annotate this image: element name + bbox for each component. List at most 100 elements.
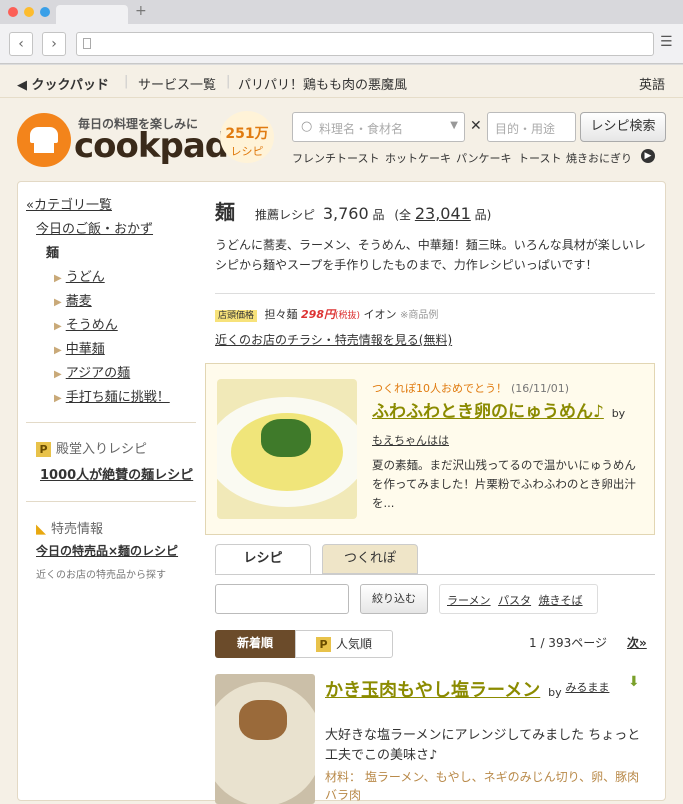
sidebar-item-asian[interactable]: ▶ アジアの麺	[54, 362, 130, 381]
filter-tag-link[interactable]: パスタ	[498, 594, 531, 607]
recipe-count: 推薦レシピ 3,760 品 (全 23,041 品)	[255, 204, 491, 223]
logo-wordmark[interactable]: cookpad	[74, 126, 229, 166]
recipe-thumbnail[interactable]	[215, 674, 315, 804]
featured-recipe-title[interactable]: ふわふわとき卵のにゅうめん♪	[372, 402, 604, 422]
language-link[interactable]: 英語	[639, 74, 665, 93]
forward-icon[interactable]: ›	[42, 32, 66, 56]
browser-chrome: + ‹ › ☰	[0, 0, 683, 65]
category-description: うどんに蕎麦、ラーメン、そうめん、中華麺！麺三昧。いろんな具材が楽しいレシピから…	[215, 238, 646, 272]
sidebar-item-handmade[interactable]: ▶ 手打ち麺に挑戦！	[54, 386, 170, 405]
sidebar-item-chukamen[interactable]: ▶ 中華麺	[54, 338, 105, 357]
content-box: «カテゴリ一覧 今日のご飯・おかず 麺 ▶ うどん ▶ 蕎麦 ▶ そうめん ▶ 中華麺 …	[17, 181, 666, 804]
arrow-icon: ▶	[54, 273, 62, 284]
new-tab-icon[interactable]: +	[135, 3, 147, 19]
sort-popular-button[interactable]: P 人気順	[295, 630, 393, 658]
all-suffix: 品)	[474, 208, 492, 222]
home-link[interactable]: ◀ クックパッド	[17, 74, 109, 93]
address-bar[interactable]	[76, 32, 654, 56]
keyword-link[interactable]: 焼きおにぎり	[566, 150, 632, 166]
browser-tab[interactable]	[56, 5, 128, 24]
divider	[215, 293, 655, 294]
arrow-icon: ▶	[54, 321, 62, 332]
divider	[26, 501, 196, 502]
tab-tsukurepo[interactable]: つくれぽ	[322, 544, 418, 574]
sort-popular-label: 人気順	[335, 637, 372, 651]
featured-recipe[interactable]: つくれぽ10人おめでとう！ (16/11/01) ふわふわとき卵のにゅうめん♪ b…	[205, 363, 655, 535]
close-window-icon[interactable]	[8, 7, 18, 17]
filter-input[interactable]	[215, 584, 349, 614]
tab-bar: +	[0, 0, 683, 24]
recipe-description: 大好きな塩ラーメンにアレンジしてみました ちょっと工夫でこの美味さ♪	[325, 728, 641, 763]
sidebar-item-label: 手打ち麺に挑戦！	[65, 390, 170, 405]
search-placeholder: 料理名・食材名	[319, 122, 404, 136]
divider	[215, 574, 655, 575]
recipe-materials: 材料： 塩ラーメン、もやし、ネギのみじん切り、卵、豚肉バラ肉	[325, 768, 645, 804]
next-page-link[interactable]: 次»	[627, 634, 647, 651]
recipe-author-link[interactable]: みるまま	[565, 676, 609, 700]
recent-recipe-link[interactable]: パリパリ！鶏もも肉の悪魔風	[238, 74, 407, 93]
milestone-date: (16/11/01)	[511, 382, 569, 395]
price-store: イオン	[363, 308, 397, 321]
sale-heading: ◣ 特売情報	[36, 518, 103, 537]
badge-number: 251万	[225, 126, 269, 142]
premium-p-icon: P	[36, 442, 51, 457]
keyword-link[interactable]: トースト	[518, 150, 561, 166]
filter-tags: ラーメン パスタ 焼きそば	[439, 584, 598, 614]
recipe-search-button[interactable]: レシピ検索	[580, 112, 666, 142]
filter-button[interactable]: 絞り込む	[360, 584, 428, 614]
services-link[interactable]: サービス一覧	[138, 74, 216, 93]
featured-title-row: ふわふわとき卵のにゅうめん♪ by	[372, 397, 625, 422]
back-icon[interactable]: ‹	[9, 32, 33, 56]
featured-description: 夏の素麺。まだ沢山残ってるので温かいにゅうめんを作ってみました！片栗粉でふわふわ…	[372, 458, 636, 510]
parent-category-link[interactable]: 今日のご飯・おかず	[36, 218, 153, 237]
featured-author-link[interactable]: もえちゃんはは	[372, 432, 449, 448]
home-link-label: クックパッド	[31, 78, 109, 93]
more-keywords-icon[interactable]: ▶	[641, 149, 655, 163]
keyword-link[interactable]: ホットケーキ	[385, 150, 451, 166]
arrow-icon: ▶	[54, 393, 62, 404]
dropdown-icon[interactable]: ▼	[450, 120, 458, 131]
sidebar-item-label: 蕎麦	[65, 294, 92, 309]
save-recipe-icon[interactable]: ⬇	[628, 674, 640, 690]
sidebar-item-label: 中華麺	[65, 342, 105, 357]
sort-new-button[interactable]: 新着順	[215, 630, 295, 658]
breadcrumb: ◀ クックパッド | サービス一覧 | パリパリ！鶏もも肉の悪魔風 英語	[0, 66, 683, 98]
recipe-title[interactable]: かき玉肉もやし塩ラーメン	[325, 680, 540, 701]
keyword-link[interactable]: パンケーキ	[456, 150, 512, 166]
sidebar-item-udon[interactable]: ▶ うどん	[54, 266, 105, 285]
price-tag-badge: 店頭価格	[215, 310, 258, 322]
hall-of-fame-link[interactable]: 1000人が絶賛の麺レシピ	[40, 464, 193, 483]
all-count-link[interactable]: 23,041	[415, 204, 471, 223]
price-note: ※商品例	[400, 310, 439, 321]
badge-unit: レシピ	[230, 145, 264, 158]
maximize-window-icon[interactable]	[40, 7, 50, 17]
sidebar-item-soba[interactable]: ▶ 蕎麦	[54, 290, 92, 309]
search-input[interactable]: ○ 料理名・食材名 ▼	[292, 112, 465, 142]
menu-icon[interactable]: ☰	[660, 34, 673, 50]
sale-link[interactable]: 今日の特売品×麺のレシピ	[36, 542, 178, 559]
featured-recipe-image[interactable]	[217, 379, 357, 519]
flyer-link[interactable]: 近くのお店のチラシ・特売情報を見る(無料)	[215, 331, 452, 348]
by-label: by	[611, 407, 626, 420]
category-list-link[interactable]: «カテゴリ一覧	[26, 194, 112, 213]
price-item: 担々麺	[264, 308, 298, 321]
page-counter: 1 / 393ページ	[529, 636, 607, 650]
tab-recipe[interactable]: レシピ	[215, 544, 311, 574]
filter-tag-link[interactable]: 焼きそば	[539, 594, 583, 607]
milestone-note: つくれぽ10人おめでとう！	[372, 382, 507, 395]
arrow-icon: ▶	[54, 369, 62, 380]
times-icon: ✕	[470, 118, 482, 134]
sidebar-item-somen[interactable]: ▶ そうめん	[54, 314, 118, 333]
divider	[26, 422, 196, 423]
purpose-placeholder: 目的・用途	[495, 122, 556, 136]
chef-hat-logo-icon[interactable]	[17, 113, 71, 167]
minimize-window-icon[interactable]	[24, 7, 34, 17]
materials-label: 材料：	[325, 770, 362, 784]
filter-tag-link[interactable]: ラーメン	[447, 594, 491, 607]
purpose-input[interactable]: 目的・用途	[487, 112, 576, 142]
divider: |	[124, 74, 129, 89]
hall-of-fame-heading: P 殿堂入りレシピ	[36, 438, 147, 457]
page-icon	[83, 38, 91, 49]
keyword-link[interactable]: フレンチトースト	[292, 150, 379, 166]
report-milestone: つくれぽ10人おめでとう！ (16/11/01)	[372, 380, 569, 396]
